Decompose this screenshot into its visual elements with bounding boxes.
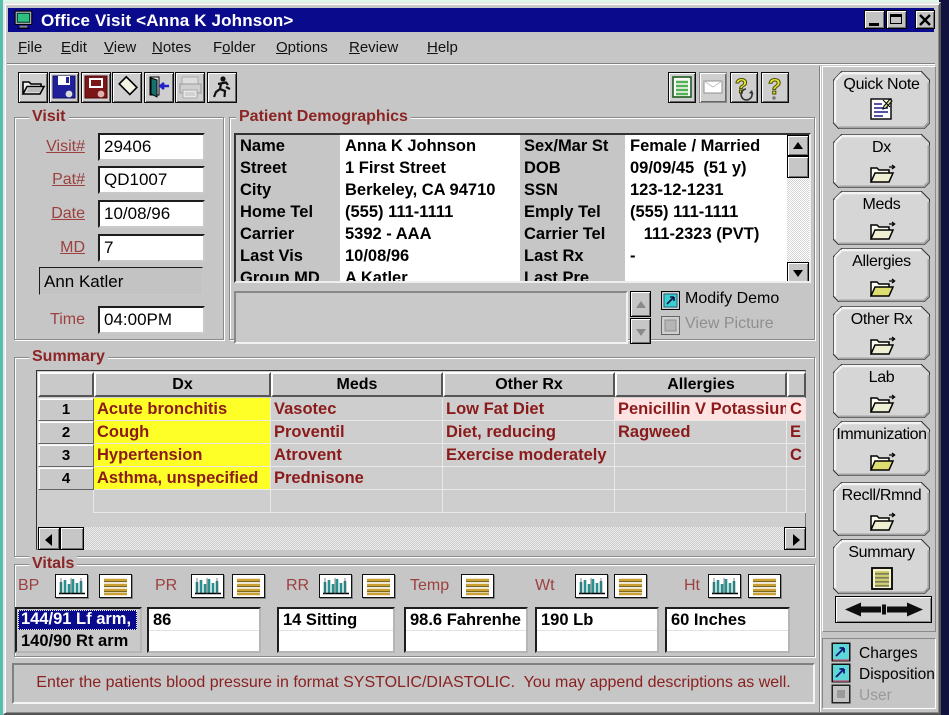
svg-text:?: ? <box>768 74 781 99</box>
